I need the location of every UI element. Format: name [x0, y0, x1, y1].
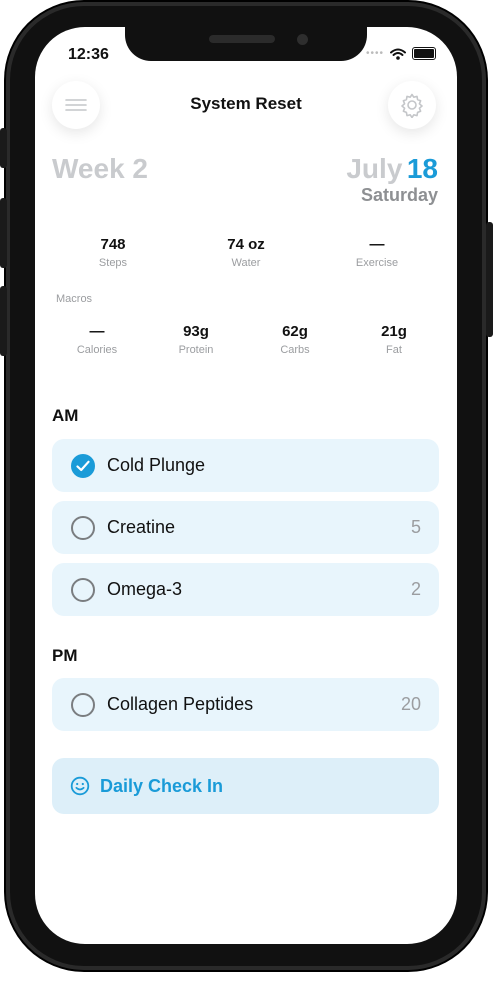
macro-protein: 93g Protein: [146, 323, 246, 356]
macro-value: 93g: [183, 323, 209, 340]
item-count: 20: [400, 694, 421, 714]
macro-label: Carbs: [280, 344, 310, 356]
stat-label: Exercise: [355, 257, 399, 269]
item-count: 2: [410, 579, 421, 599]
list-item[interactable]: Omega-3 2: [52, 563, 439, 616]
smiley-icon: [70, 776, 90, 796]
checkbox-unchecked[interactable]: [71, 577, 95, 602]
list-item[interactable]: Collagen Peptides 20: [52, 678, 439, 731]
date-weekday: Saturday: [360, 185, 438, 205]
signal-icon: ••••: [365, 48, 384, 59]
daily-checkin-button[interactable]: Daily Check In: [52, 758, 439, 814]
item-count: 5: [410, 517, 421, 537]
volume-up-button: [0, 198, 7, 268]
checkbox-checked[interactable]: [71, 453, 95, 478]
date-display: July 18 Saturday: [346, 153, 438, 206]
checkbox-unchecked[interactable]: [71, 692, 95, 717]
macro-carbs: 62g Carbs: [245, 323, 345, 356]
macros-label: Macros: [56, 293, 93, 305]
macro-calories: — Calories: [47, 323, 147, 356]
settings-button[interactable]: [388, 81, 436, 129]
power-button: [486, 222, 493, 337]
stat-label: Steps: [98, 257, 128, 269]
app-screen: 12:36 •••• System Reset Week 2 July 18 S…: [35, 27, 457, 944]
macro-label: Protein: [178, 344, 214, 356]
stat-exercise: — Exercise: [327, 236, 427, 269]
notch: [125, 27, 367, 61]
speaker: [209, 35, 275, 43]
gear-icon: [401, 93, 423, 118]
macro-fat: 21g Fat: [344, 323, 444, 356]
stat-value: —: [369, 236, 385, 253]
macro-label: Calories: [76, 344, 118, 356]
status-time: 12:36: [68, 46, 109, 63]
macro-label: Fat: [386, 344, 402, 356]
list-item[interactable]: Cold Plunge: [52, 439, 439, 492]
section-am-heading: AM: [52, 406, 79, 425]
wifi-icon: [390, 48, 406, 60]
status-indicators: ••••: [366, 47, 436, 60]
daily-checkin-label: Daily Check In: [100, 775, 224, 796]
stat-steps: 748 Steps: [63, 236, 163, 269]
week-label: Week 2: [52, 153, 148, 184]
checkmark-icon: [76, 460, 90, 471]
item-name: Collagen Peptides: [107, 694, 254, 714]
camera: [297, 34, 308, 45]
macro-value: 62g: [282, 323, 308, 340]
item-name: Cold Plunge: [107, 455, 206, 475]
section-pm-heading: PM: [52, 646, 78, 665]
date-month: July: [346, 153, 403, 184]
item-name: Omega-3: [107, 579, 183, 599]
stat-label: Water: [231, 257, 261, 269]
battery-icon: [412, 47, 436, 60]
item-name: Creatine: [107, 517, 176, 537]
stat-value: 74 oz: [227, 236, 265, 253]
macro-value: 21g: [381, 323, 407, 340]
side-button: [0, 128, 7, 168]
stat-value: 748: [100, 236, 126, 253]
volume-down-button: [0, 286, 7, 356]
date-day: 18: [406, 153, 438, 184]
checkbox-unchecked[interactable]: [71, 515, 95, 540]
list-item[interactable]: Creatine 5: [52, 501, 439, 554]
stat-water: 74 oz Water: [196, 236, 296, 269]
macro-value: —: [89, 323, 105, 340]
